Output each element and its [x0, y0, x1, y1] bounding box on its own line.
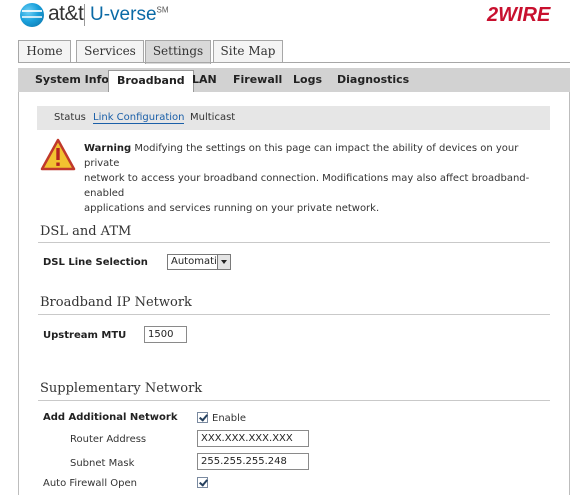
tab-divider — [18, 62, 570, 63]
warning-message: Warning Modifying the settings on this p… — [84, 143, 530, 214]
subtab-diagnostics[interactable]: Diagnostics — [337, 73, 409, 86]
product-name: U-verseSM — [90, 4, 169, 25]
att-globe-icon — [20, 3, 44, 27]
subtab-broadband[interactable]: Broadband — [108, 70, 194, 94]
router-address-label: Router Address — [70, 434, 147, 445]
brand-divider — [84, 4, 85, 26]
tab-home[interactable]: Home — [18, 40, 71, 63]
broadband-links: Status Link Configuration Multicast — [37, 106, 550, 130]
chevron-down-icon[interactable] — [217, 255, 230, 269]
enable-checkbox[interactable] — [197, 412, 208, 423]
tab-settings[interactable]: Settings — [145, 40, 211, 64]
add-network-label: Add Additional Network — [43, 412, 178, 423]
subtab-logs[interactable]: Logs — [293, 73, 322, 86]
upstream-mtu-input[interactable]: 1500 — [144, 326, 187, 343]
router-address-input[interactable]: XXX.XXX.XXX.XXX — [197, 430, 309, 447]
section-divider — [38, 314, 550, 315]
auto-firewall-label: Auto Firewall Open — [43, 478, 137, 489]
settings-subnav: System Info Broadband LAN Firewall Logs … — [18, 68, 570, 94]
link-status[interactable]: Status — [54, 112, 86, 123]
brand-name: at&t — [48, 2, 84, 25]
tab-services[interactable]: Services — [76, 40, 144, 63]
subtab-system-info[interactable]: System Info — [35, 73, 109, 86]
enable-label: Enable — [212, 413, 247, 424]
subtab-firewall[interactable]: Firewall — [233, 73, 282, 86]
upstream-mtu-label: Upstream MTU — [43, 330, 127, 341]
section-title-broadband-ip: Broadband IP Network — [40, 295, 192, 310]
link-multicast[interactable]: Multicast — [190, 112, 235, 123]
subnet-mask-label: Subnet Mask — [70, 458, 135, 469]
section-title-dsl: DSL and ATM — [40, 224, 132, 239]
section-divider — [38, 242, 550, 243]
link-link-configuration[interactable]: Link Configuration — [93, 112, 185, 124]
tab-site-map[interactable]: Site Map — [213, 40, 283, 63]
header: at&t U-verseSM 2WIRE — [0, 0, 588, 40]
subnet-mask-input[interactable]: 255.255.255.248 — [197, 453, 309, 470]
dsl-line-selection-select[interactable]: Automatic — [167, 254, 231, 270]
auto-firewall-checkbox[interactable] — [197, 477, 208, 488]
dsl-line-selection-label: DSL Line Selection — [43, 257, 148, 268]
vendor-logo: 2WIRE — [487, 4, 551, 26]
section-divider — [38, 400, 550, 401]
subtab-lan[interactable]: LAN — [192, 73, 217, 86]
section-title-supplementary: Supplementary Network — [40, 381, 203, 396]
warning-icon — [40, 138, 76, 171]
